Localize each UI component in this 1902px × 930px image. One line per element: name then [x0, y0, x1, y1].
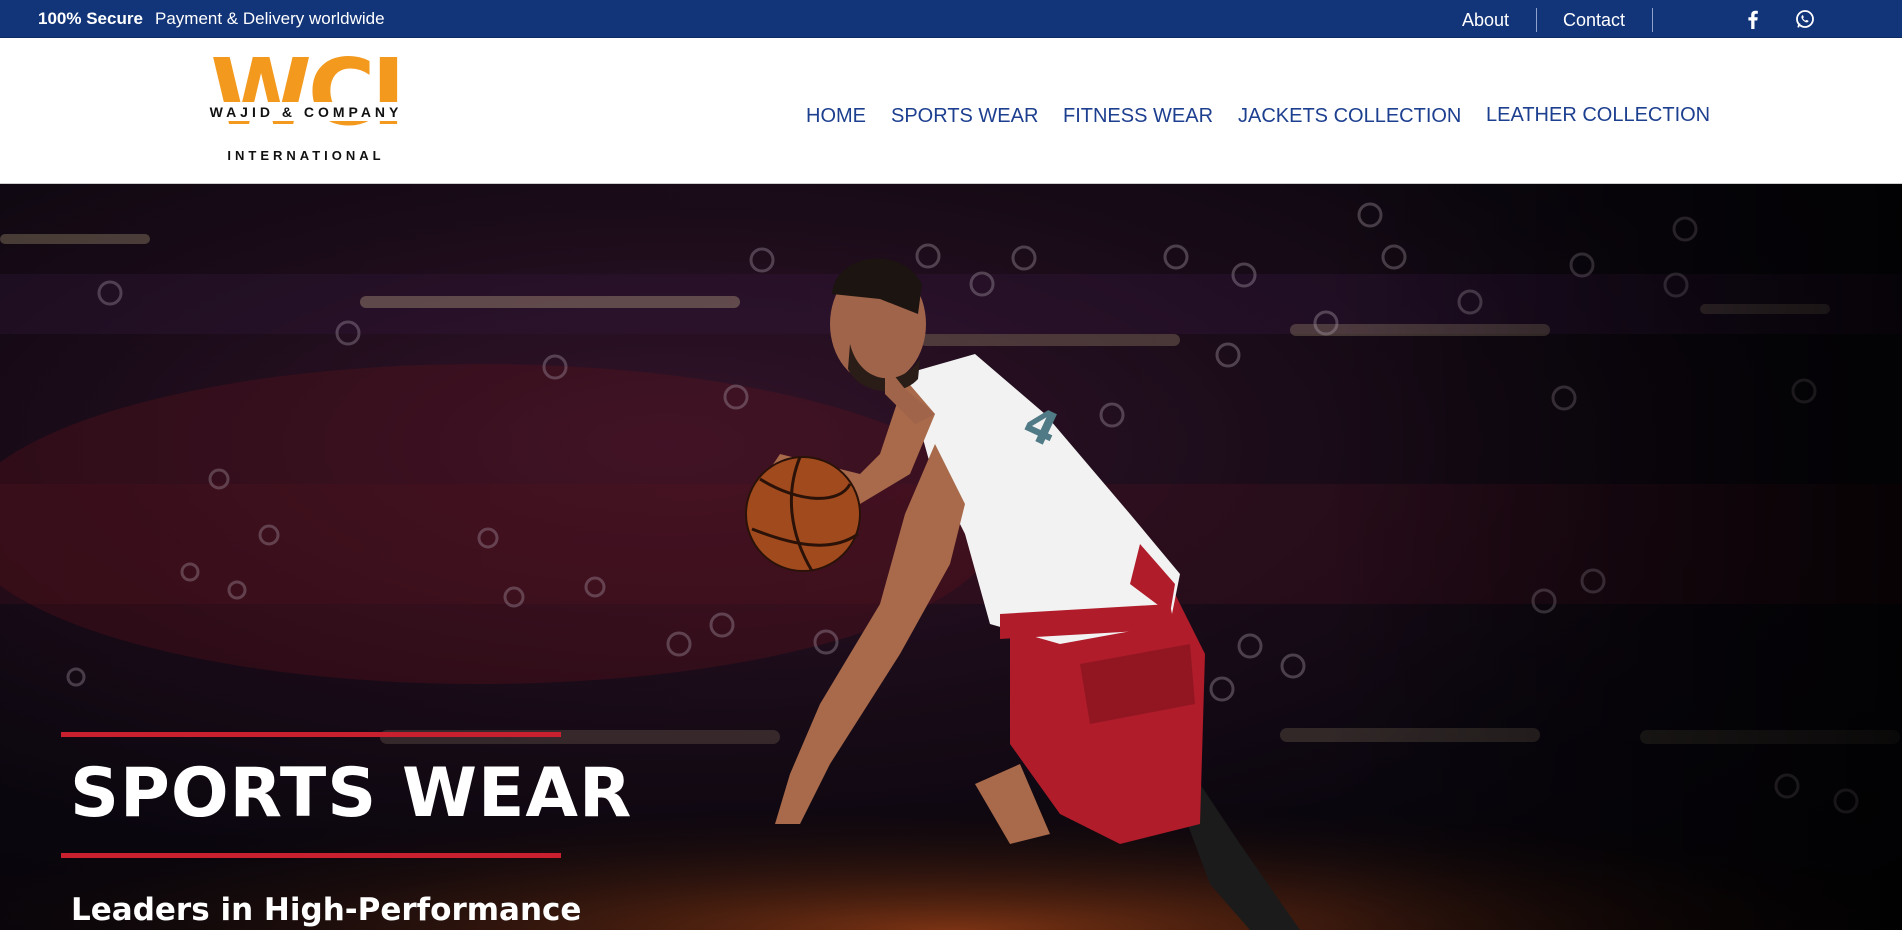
divider — [1652, 8, 1653, 32]
nav-fitness-wear[interactable]: FITNESS WEAR — [1063, 105, 1213, 128]
hero-title: SPORTS WEAR — [70, 754, 633, 833]
logo-mark: WCI — [210, 52, 401, 146]
title-top-rule — [61, 732, 561, 737]
title-bottom-rule — [61, 853, 561, 858]
logo-line1: WAJID & COMPANY — [210, 104, 403, 120]
nav-home[interactable]: HOME — [806, 105, 866, 128]
site-header: WCI WAJID & COMPANY INTERNATIONAL HOME S… — [0, 38, 1902, 184]
wci-logo[interactable]: WCI WAJID & COMPANY INTERNATIONAL — [178, 39, 434, 170]
secure-subtext: Payment & Delivery worldwide — [155, 9, 385, 28]
nav-sports-wear[interactable]: SPORTS WEAR — [891, 105, 1038, 128]
nav-leather-collection[interactable]: LEATHER COLLECTION — [1486, 104, 1710, 127]
logo-line2: INTERNATIONAL — [227, 148, 384, 163]
facebook-icon[interactable] — [1742, 8, 1764, 30]
contact-link[interactable]: Contact — [1563, 10, 1625, 31]
hero-banner: 4 SPORTS WEAR Leaders in High-Performanc… — [0, 184, 1902, 930]
nav-jackets-collection[interactable]: JACKETS COLLECTION — [1238, 105, 1461, 128]
about-link[interactable]: About — [1462, 10, 1509, 31]
top-bar: 100% Secure Payment & Delivery worldwide… — [0, 0, 1902, 38]
divider — [1536, 8, 1537, 32]
whatsapp-icon[interactable] — [1794, 8, 1816, 30]
secure-label: 100% Secure — [38, 9, 143, 28]
hero-subtitle: Leaders in High-Performance — [71, 892, 582, 928]
